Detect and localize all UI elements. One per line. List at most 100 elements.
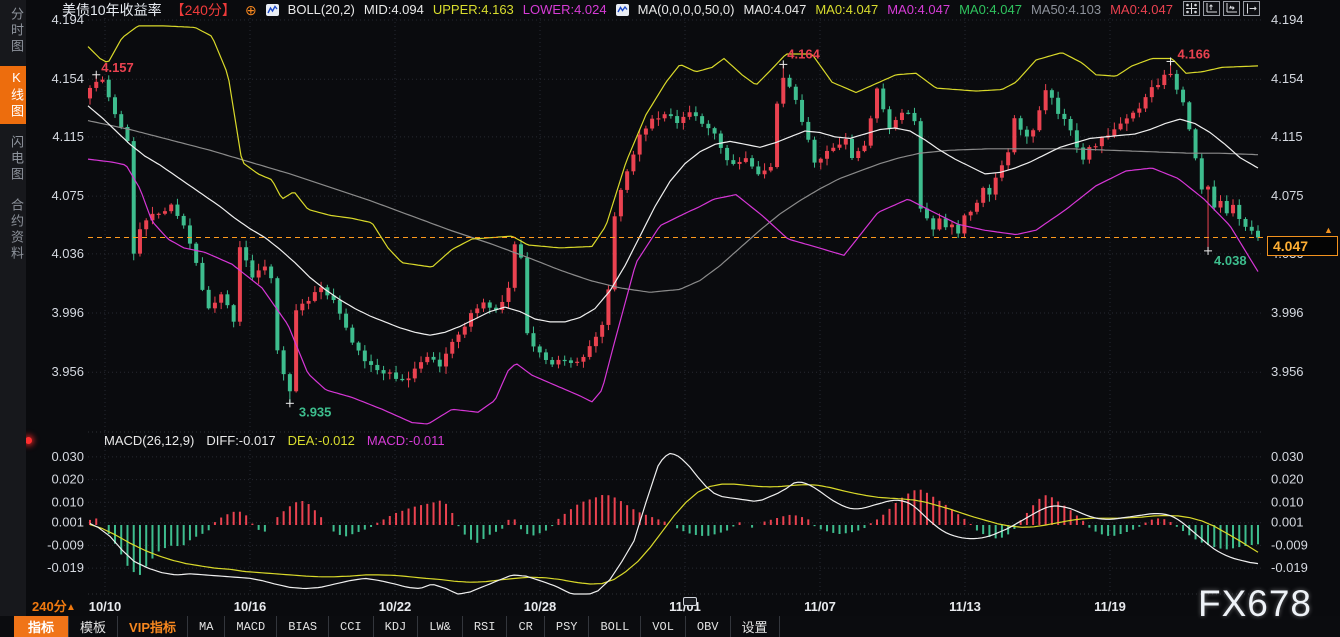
candle-body	[850, 139, 854, 158]
price-annotation: 4.164	[787, 46, 820, 61]
sidebar-item-candle-chart[interactable]: K线图	[0, 66, 26, 124]
candle-body	[263, 267, 267, 271]
sidebar-item-lightning-chart[interactable]: 闪电图	[0, 131, 26, 187]
macd-axis-label: 0.001	[1271, 515, 1304, 530]
tab-indicator[interactable]: 指标	[14, 616, 68, 637]
tab-settings[interactable]: 设置	[730, 616, 780, 637]
boll-indicator-icon[interactable]	[266, 4, 279, 16]
candle-body	[282, 350, 286, 374]
candle-body	[744, 158, 748, 162]
candle-body	[600, 325, 604, 337]
ma-indicator-icon[interactable]	[616, 4, 629, 16]
tab-lw[interactable]: LW&	[417, 616, 462, 637]
tab-macd[interactable]: MACD	[224, 616, 276, 637]
candle-body	[844, 139, 848, 145]
candle-body	[382, 370, 386, 373]
candle-body	[756, 166, 760, 174]
candle-body	[1075, 130, 1079, 147]
price-axis-label: 3.996	[1271, 305, 1304, 320]
candle-body	[644, 129, 648, 135]
macd-pane-marker-icon[interactable]	[25, 437, 32, 444]
candle-body	[375, 365, 379, 370]
axis-scale-x-icon[interactable]	[1223, 1, 1240, 16]
toolbar-handle-icon[interactable]	[683, 597, 697, 606]
candle-body	[88, 88, 92, 98]
candle-body	[750, 158, 754, 166]
tab-vol[interactable]: VOL	[640, 616, 685, 637]
candle-body	[619, 190, 623, 216]
price-axis-label: 4.115	[52, 129, 84, 144]
candle-body	[1119, 124, 1123, 130]
macd-axis-label: 0.001	[51, 515, 84, 530]
candle-body	[838, 145, 842, 148]
candle-body	[556, 360, 560, 365]
candle-body	[763, 171, 767, 175]
candle-body	[563, 360, 567, 361]
price-axis-label: 4.075	[1271, 188, 1304, 203]
macd-axis-label: -0.009	[47, 537, 84, 552]
candle-body	[875, 89, 879, 119]
tab-boll[interactable]: BOLL	[588, 616, 640, 637]
candle-body	[956, 225, 960, 234]
tab-cci[interactable]: CCI	[328, 616, 373, 637]
macd-axis-label: -0.019	[1271, 560, 1308, 575]
tab-obv[interactable]: OBV	[685, 616, 730, 637]
chart-canvas[interactable]: 4.1574.1644.1663.9354.0384.1944.1944.154…	[0, 0, 1340, 637]
candle-body	[1031, 130, 1035, 136]
axis-scale-y-icon[interactable]	[1203, 1, 1220, 16]
candle-body	[969, 212, 973, 216]
boll-label: BOLL(20,2)	[288, 2, 355, 17]
candle-body	[1012, 118, 1016, 152]
tab-rsi[interactable]: RSI	[462, 616, 507, 637]
candle-body	[813, 140, 817, 163]
candle-body	[157, 214, 161, 215]
candle-body	[1044, 90, 1048, 110]
sidebar-item-timeline-chart[interactable]: 分时图	[0, 3, 26, 59]
candle-body	[962, 215, 966, 233]
candle-body	[725, 148, 729, 160]
price-axis-label: 4.115	[1271, 129, 1303, 144]
chart-header: 美债10年收益率 【240分】 ⊕ BOLL(20,2) MID:4.094 U…	[62, 0, 1173, 19]
date-label: 11/13	[949, 599, 981, 614]
ma-value-0: MA0:4.047	[743, 2, 806, 17]
date-label: 10/10	[89, 599, 122, 614]
tab-psy[interactable]: PSY	[544, 616, 589, 637]
candle-body	[700, 116, 704, 124]
candle-body	[457, 335, 461, 342]
macd-macd-value: MACD:-0.011	[367, 433, 445, 448]
tab-ma[interactable]: MA	[187, 616, 224, 637]
sidebar-item-contract-info[interactable]: 合约资料	[0, 194, 26, 266]
price-axis-label: 4.154	[1271, 71, 1304, 86]
candle-body	[681, 117, 685, 123]
candle-body	[388, 372, 392, 373]
candle-body	[1200, 158, 1204, 189]
candle-body	[425, 357, 429, 362]
candle-body	[781, 78, 785, 104]
tab-vip-indicator[interactable]: VIP指标	[117, 616, 187, 637]
candle-body	[538, 346, 542, 352]
price-axis-label: 4.154	[51, 71, 84, 86]
macd-header: MACD(26,12,9) DIFF:-0.017 DEA:-0.012 MAC…	[104, 431, 445, 449]
tab-bias[interactable]: BIAS	[276, 616, 328, 637]
ma-label: MA(0,0,0,0,50,0)	[638, 2, 735, 17]
candle-body	[944, 218, 948, 227]
tab-template[interactable]: 模板	[68, 616, 117, 637]
candle-body	[631, 155, 635, 172]
price-axis-label: 3.956	[51, 364, 84, 379]
candle-body	[769, 167, 773, 171]
tab-kdj[interactable]: KDJ	[373, 616, 418, 637]
tab-cr[interactable]: CR	[506, 616, 543, 637]
candle-body	[1056, 98, 1060, 114]
candle-body	[1150, 87, 1154, 97]
candle-body	[937, 218, 941, 229]
candle-body	[1144, 97, 1148, 108]
crosshair-icon[interactable]	[1183, 1, 1200, 16]
pan-right-icon[interactable]	[1243, 1, 1260, 16]
candle-body	[794, 87, 798, 100]
candle-body	[275, 278, 279, 350]
price-annotation: 4.157	[101, 60, 134, 75]
candle-body	[625, 171, 629, 190]
candle-body	[119, 114, 123, 127]
candle-body	[819, 159, 823, 163]
add-indicator-icon[interactable]: ⊕	[245, 3, 257, 17]
